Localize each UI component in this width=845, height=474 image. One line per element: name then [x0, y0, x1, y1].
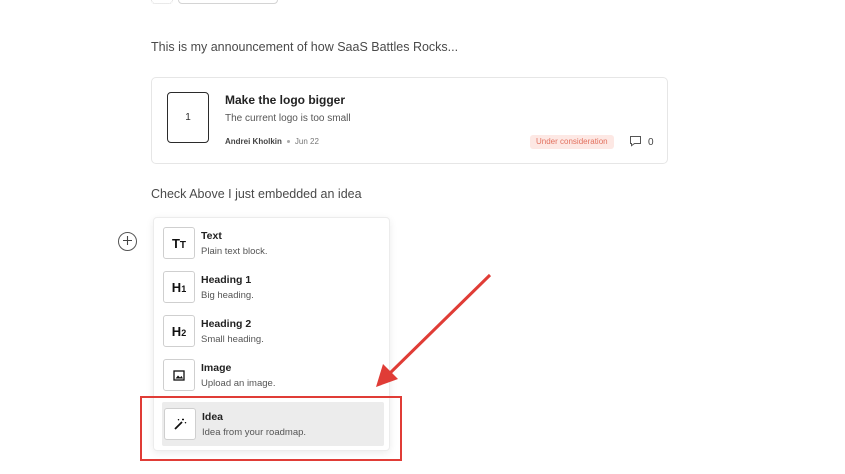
annotation-arrow: [376, 273, 492, 387]
